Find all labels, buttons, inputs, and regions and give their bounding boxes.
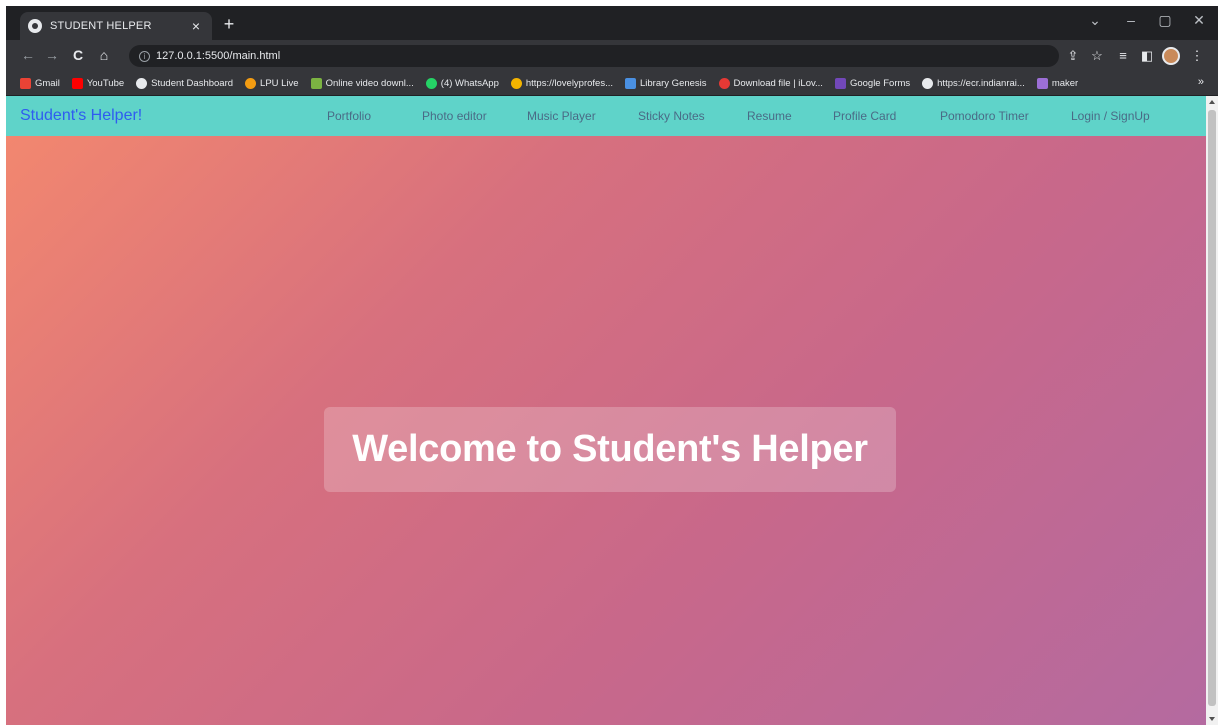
bookmark-lovely-professional[interactable]: https://lovelyprofes... [510,78,613,89]
browser-window: STUDENT HELPER × + ⌄ – ▢ ✕ ← → C ⌂ i 127… [6,6,1218,725]
tab-title: STUDENT HELPER [50,20,152,32]
book-icon [625,78,636,89]
page-scrollbar[interactable] [1206,96,1218,725]
side-panel-icon[interactable]: ◧ [1138,48,1156,64]
bookmark-google-forms[interactable]: Google Forms [834,78,910,89]
sun-icon [510,78,522,89]
page-viewport: Student's Helper! Portfolio Photo editor… [6,96,1206,725]
bookmark-lpu-live[interactable]: LPU Live [245,78,299,89]
scroll-thumb[interactable] [1208,110,1216,706]
nav-link-sticky-notes[interactable]: Sticky Notes [638,109,705,123]
maker-icon [1036,78,1048,89]
gmail-icon [20,78,31,89]
bookmark-gmail[interactable]: Gmail [20,78,60,89]
reload-button[interactable]: C [68,47,88,63]
bookmark-library-genesis[interactable]: Library Genesis [625,78,707,89]
new-tab-button[interactable]: + [219,15,239,33]
lpu-icon [245,78,257,89]
bookmarks-bar: Gmail YouTube Student Dashboard LPU Live… [6,72,1218,96]
nav-link-portfolio[interactable]: Portfolio [327,109,371,123]
heart-icon [718,78,730,89]
forward-button[interactable]: → [42,47,62,63]
bookmark-ilovepdf[interactable]: Download file | iLov... [718,78,823,89]
globe-icon [136,78,148,89]
whatsapp-icon [425,78,437,89]
minimize-button[interactable]: – [1116,12,1146,28]
restore-button[interactable]: ▢ [1150,12,1180,29]
bookmark-video-downloader[interactable]: Online video downl... [310,78,414,89]
reading-list-icon[interactable]: ≡ [1114,48,1132,63]
bookmarks-overflow-button[interactable]: » [1198,76,1204,88]
download-icon [310,78,322,89]
nav-link-profile-card[interactable]: Profile Card [833,109,896,123]
scroll-down-arrow-icon[interactable] [1209,717,1215,721]
nav-link-photo-editor[interactable]: Photo editor [422,109,487,123]
globe-icon [28,19,42,33]
url-text[interactable]: 127.0.0.1:5500/main.html [156,50,280,62]
bookmark-student-dashboard[interactable]: Student Dashboard [136,78,233,89]
home-button[interactable]: ⌂ [94,47,114,63]
scroll-up-arrow-icon[interactable] [1209,100,1215,104]
site-brand[interactable]: Student's Helper! [20,107,142,125]
bookmark-star-icon[interactable]: ☆ [1088,48,1106,64]
youtube-icon [71,78,83,89]
close-window-button[interactable]: ✕ [1184,12,1214,29]
browser-menu-icon[interactable]: ⋮ [1188,48,1206,64]
bookmark-whatsapp[interactable]: (4) WhatsApp [425,78,499,89]
nav-link-resume[interactable]: Resume [747,109,792,123]
tab-student-helper[interactable]: STUDENT HELPER × [20,12,212,40]
bookmark-youtube[interactable]: YouTube [71,78,124,89]
share-icon[interactable]: ⇪ [1064,48,1082,64]
close-icon[interactable]: × [188,18,204,34]
hero-section: Welcome to Student's Helper [6,136,1206,725]
address-bar[interactable]: i 127.0.0.1:5500/main.html [129,45,1059,67]
back-button[interactable]: ← [18,47,38,63]
info-icon[interactable]: i [139,50,150,62]
tab-search-icon[interactable]: ⌄ [1080,12,1110,29]
tab-strip: STUDENT HELPER × + ⌄ – ▢ ✕ [6,6,1218,40]
nav-link-login-signup[interactable]: Login / SignUp [1071,109,1150,123]
forms-icon [834,78,846,89]
browser-toolbar: ← → C ⌂ i 127.0.0.1:5500/main.html ⇪ ☆ ≡… [6,40,1218,72]
globe-icon [922,78,934,89]
nav-link-pomodoro-timer[interactable]: Pomodoro Timer [940,109,1029,123]
bookmark-maker[interactable]: maker [1036,78,1078,89]
nav-link-music-player[interactable]: Music Player [527,109,596,123]
site-navbar: Student's Helper! Portfolio Photo editor… [6,96,1206,136]
bookmark-indian-rail[interactable]: https://ecr.indianrai... [922,78,1025,89]
profile-avatar[interactable] [1162,47,1180,65]
hero-title: Welcome to Student's Helper [324,407,896,492]
